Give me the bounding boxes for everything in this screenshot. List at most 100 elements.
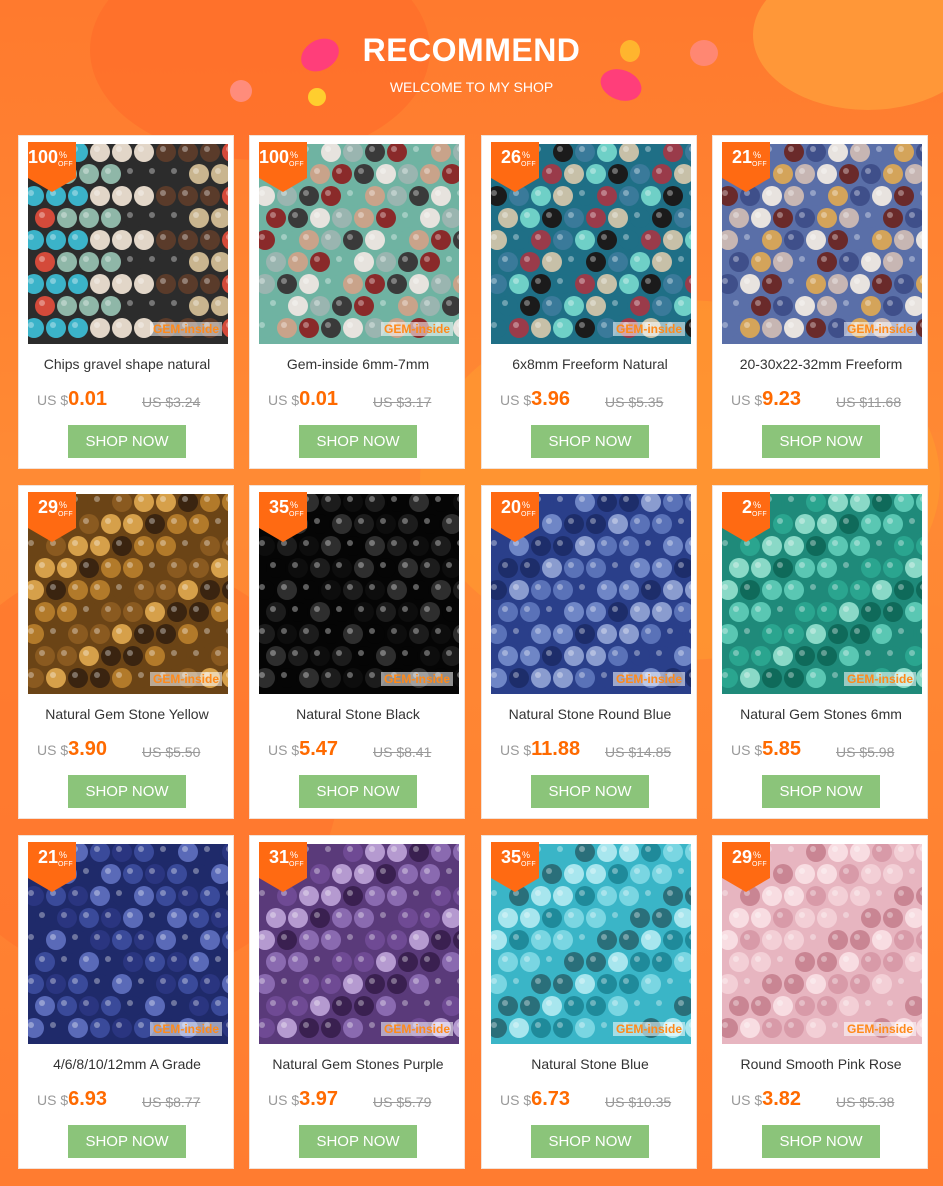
original-price: US $5.98 <box>836 744 895 760</box>
price-amount: 6.93 <box>68 1088 108 1110</box>
price-row: US $11.88 US $14.85 <box>500 738 690 763</box>
discount-percent-sign: % <box>290 500 299 510</box>
shop-now-button[interactable]: SHOP NOW <box>531 775 649 808</box>
price-amount: 9.23 <box>762 388 802 410</box>
product-title[interactable]: Natural Gem Stone Yellow <box>29 706 225 722</box>
product-card[interactable]: GEM-inside 100 % OFF Gem-inside 6mm-7mm … <box>249 135 465 469</box>
sale-price: US $6.93 <box>37 1088 107 1111</box>
brand-watermark: GEM-inside <box>380 672 453 686</box>
discount-off-label: OFF <box>289 511 304 518</box>
product-title[interactable]: Chips gravel shape natural <box>29 356 225 372</box>
price-row: US $5.85 US $5.98 <box>731 738 921 763</box>
brand-watermark: GEM-inside <box>149 1022 222 1036</box>
discount-off-label: OFF <box>289 161 304 168</box>
page-subtitle: WELCOME TO MY SHOP <box>389 79 554 95</box>
currency-label: US $ <box>731 742 763 758</box>
shop-now-button[interactable]: SHOP NOW <box>762 1125 880 1158</box>
currency-label: US $ <box>37 742 69 758</box>
product-card[interactable]: GEM-inside 20 % OFF Natural Stone Round … <box>481 485 697 819</box>
product-card[interactable]: GEM-inside 21 % OFF 4/6/8/10/12mm A Grad… <box>18 835 234 1169</box>
product-title[interactable]: 4/6/8/10/12mm A Grade <box>29 1056 225 1072</box>
product-title[interactable]: Natural Stone Black <box>260 706 456 722</box>
original-price: US $8.77 <box>142 1094 201 1110</box>
price-row: US $3.97 US $5.79 <box>268 1088 458 1113</box>
discount-value: 26 <box>500 147 521 167</box>
price-row: US $0.01 US $3.24 <box>37 388 227 413</box>
product-card[interactable]: GEM-inside 26 % OFF 6x8mm Freeform Natur… <box>481 135 697 469</box>
product-title[interactable]: 20-30x22-32mm Freeform <box>723 356 919 372</box>
discount-off-label: OFF <box>58 161 73 168</box>
shop-now-button[interactable]: SHOP NOW <box>68 775 186 808</box>
discount-percent-sign: % <box>522 500 531 510</box>
price-amount: 5.85 <box>762 738 802 760</box>
discount-percent-sign: % <box>290 150 299 160</box>
currency-label: US $ <box>268 1092 300 1108</box>
product-title[interactable]: Natural Gem Stones Purple <box>260 1056 456 1072</box>
shop-now-button[interactable]: SHOP NOW <box>762 775 880 808</box>
shop-now-button[interactable]: SHOP NOW <box>299 425 417 458</box>
product-card[interactable]: GEM-inside 35 % OFF Natural Stone Black … <box>249 485 465 819</box>
shop-now-button[interactable]: SHOP NOW <box>68 1125 186 1158</box>
discount-percent-sign: % <box>290 850 299 860</box>
sale-price: US $6.73 <box>500 1088 570 1111</box>
product-card[interactable]: GEM-inside 21 % OFF 20-30x22-32mm Freefo… <box>712 135 928 469</box>
sale-price: US $11.88 <box>500 738 580 761</box>
discount-off-label: OFF <box>289 861 304 868</box>
brand-watermark: GEM-inside <box>843 1022 916 1036</box>
original-price: US $3.17 <box>373 394 432 410</box>
currency-label: US $ <box>268 392 300 408</box>
sale-price: US $3.96 <box>500 388 570 411</box>
discount-off-label: OFF <box>521 861 536 868</box>
price-row: US $6.73 US $10.35 <box>500 1088 690 1113</box>
original-price: US $14.85 <box>605 744 672 760</box>
brand-watermark: GEM-inside <box>149 322 222 336</box>
page-title: RECOMMEND <box>362 32 581 68</box>
sale-price: US $0.01 <box>268 388 338 411</box>
price-amount: 3.90 <box>68 738 108 760</box>
shop-now-button[interactable]: SHOP NOW <box>762 425 880 458</box>
currency-label: US $ <box>500 392 532 408</box>
product-card[interactable]: GEM-inside 31 % OFF Natural Gem Stones P… <box>249 835 465 1169</box>
brand-watermark: GEM-inside <box>612 1022 685 1036</box>
brand-watermark: GEM-inside <box>380 322 453 336</box>
product-card[interactable]: GEM-inside 35 % OFF Natural Stone Blue U… <box>481 835 697 1169</box>
shop-now-button[interactable]: SHOP NOW <box>68 425 186 458</box>
product-card[interactable]: GEM-inside 100 % OFF Chips gravel shape … <box>18 135 234 469</box>
brand-watermark: GEM-inside <box>612 322 685 336</box>
price-row: US $9.23 US $11.68 <box>731 388 921 413</box>
price-row: US $5.47 US $8.41 <box>268 738 458 763</box>
discount-percent-sign: % <box>59 500 68 510</box>
discount-value: 35 <box>500 847 521 867</box>
shop-now-button[interactable]: SHOP NOW <box>299 775 417 808</box>
product-title[interactable]: Natural Stone Blue <box>492 1056 688 1072</box>
product-title[interactable]: Natural Gem Stones 6mm <box>723 706 919 722</box>
currency-label: US $ <box>731 392 763 408</box>
product-card[interactable]: GEM-inside 29 % OFF Natural Gem Stone Ye… <box>18 485 234 819</box>
price-row: US $6.93 US $8.77 <box>37 1088 227 1113</box>
discount-off-label: OFF <box>752 161 767 168</box>
product-title[interactable]: 6x8mm Freeform Natural <box>492 356 688 372</box>
original-price: US $5.79 <box>373 1094 432 1110</box>
currency-label: US $ <box>268 742 300 758</box>
product-card[interactable]: GEM-inside 2 % OFF Natural Gem Stones 6m… <box>712 485 928 819</box>
product-title[interactable]: Gem-inside 6mm-7mm <box>260 356 456 372</box>
discount-value: 29 <box>731 847 752 867</box>
product-card[interactable]: GEM-inside 29 % OFF Round Smooth Pink Ro… <box>712 835 928 1169</box>
discount-off-label: OFF <box>752 861 767 868</box>
sale-price: US $5.85 <box>731 738 801 761</box>
price-row: US $0.01 US $3.17 <box>268 388 458 413</box>
shop-now-button[interactable]: SHOP NOW <box>531 425 649 458</box>
discount-value: 21 <box>37 847 58 867</box>
original-price: US $5.38 <box>836 1094 895 1110</box>
price-row: US $3.82 US $5.38 <box>731 1088 921 1113</box>
brand-watermark: GEM-inside <box>843 672 916 686</box>
original-price: US $8.41 <box>373 744 432 760</box>
product-title[interactable]: Round Smooth Pink Rose <box>723 1056 919 1072</box>
product-title[interactable]: Natural Stone Round Blue <box>492 706 688 722</box>
discount-percent-sign: % <box>753 500 762 510</box>
discount-value: 2 <box>741 497 752 517</box>
sale-price: US $9.23 <box>731 388 801 411</box>
price-amount: 3.96 <box>531 388 571 410</box>
shop-now-button[interactable]: SHOP NOW <box>531 1125 649 1158</box>
shop-now-button[interactable]: SHOP NOW <box>299 1125 417 1158</box>
